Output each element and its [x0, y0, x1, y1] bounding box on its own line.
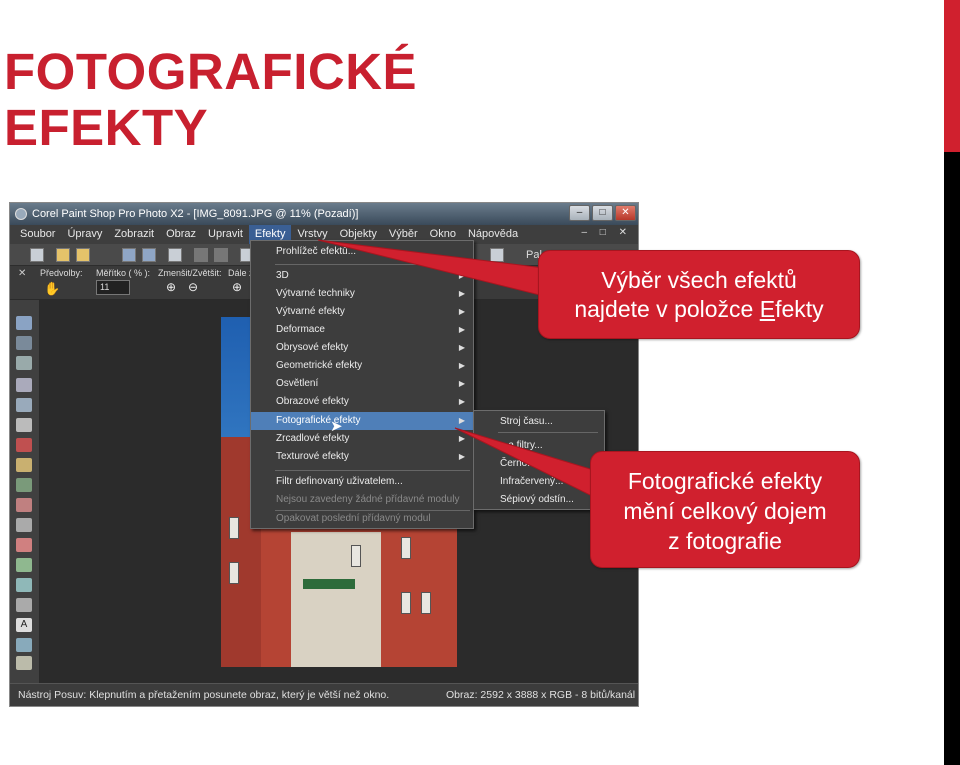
callout-1-hotkey: E — [759, 296, 776, 322]
callout-photo-effects: Fotografické efekty mění celkový dojem z… — [590, 451, 860, 568]
callout-pointer-2 — [454, 427, 611, 506]
callout-1-line-2: najdete v položce Efekty — [539, 295, 859, 324]
callout-2-line-1: Fotografické efekty — [627, 468, 823, 494]
callout-1-text: najdete v položce — [574, 296, 760, 322]
callout-pointer-1 — [317, 239, 561, 301]
callout-2-line-2: mění celkový dojem — [623, 498, 827, 524]
callout-pointers — [317, 239, 611, 506]
callout-effects-menu: Výběr všech efektů najdete v položce Efe… — [538, 250, 860, 339]
callout-1-line-1: Výběr všech efektů — [601, 267, 797, 293]
callout-2-line-3: z fotografie — [668, 528, 782, 554]
callout-1-rest: fekty — [775, 296, 824, 322]
